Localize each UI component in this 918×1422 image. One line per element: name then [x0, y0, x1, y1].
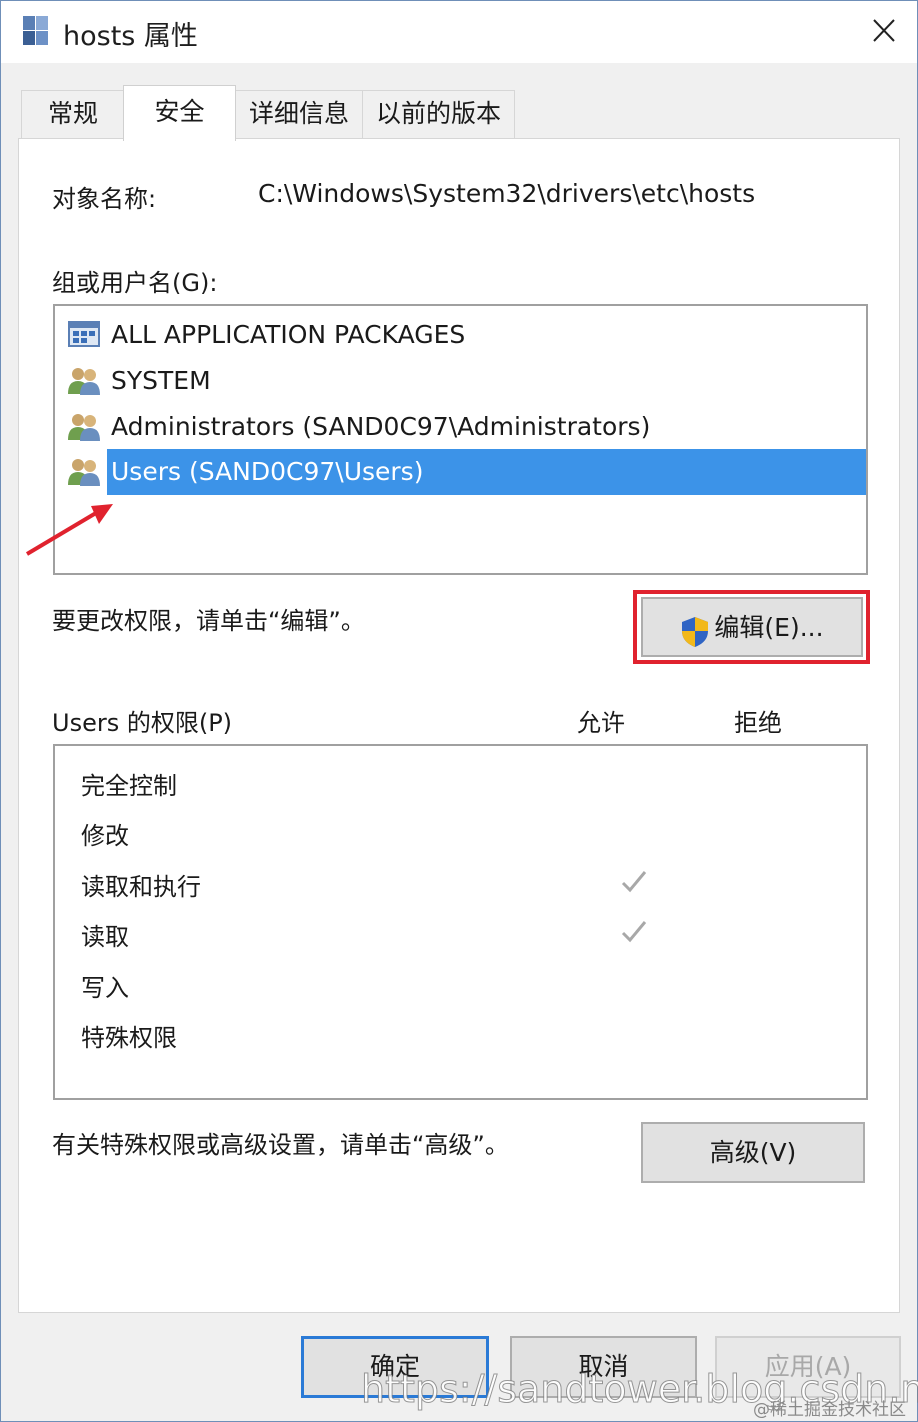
- permission-name: 读取: [81, 923, 129, 951]
- object-name-label: 对象名称:: [52, 185, 157, 213]
- groups-listbox[interactable]: ALL APPLICATION PACKAGES SYSTEM Administ…: [53, 304, 868, 575]
- tab-security[interactable]: 安全: [123, 85, 236, 141]
- close-icon: [873, 19, 895, 42]
- permission-row: 特殊权限: [81, 1008, 861, 1058]
- title-bar: hosts 属性: [1, 1, 917, 63]
- deny-column-header: 拒绝: [734, 709, 782, 737]
- permissions-list[interactable]: 完全控制 修改 读取和执行 读取 写入 特殊权限: [53, 744, 868, 1100]
- allow-check-icon: [619, 917, 649, 947]
- object-name-value: C:\Windows\System32\drivers\etc\hosts: [258, 179, 756, 208]
- permission-name: 写入: [81, 974, 129, 1002]
- change-permissions-hint: 要更改权限，请单击“编辑”。: [52, 607, 365, 635]
- app-packages-icon: [66, 318, 102, 352]
- groups-label: 组或用户名(G):: [52, 269, 218, 297]
- group-name: Administrators (SAND0C97\Administrators): [111, 412, 651, 441]
- permission-name: 完全控制: [81, 772, 177, 800]
- permission-row: 写入: [81, 958, 861, 1008]
- file-icon: [21, 14, 51, 48]
- permission-row: 读取和执行: [81, 857, 861, 907]
- group-item[interactable]: Administrators (SAND0C97\Administrators): [63, 404, 866, 450]
- permission-name: 特殊权限: [81, 1024, 177, 1052]
- permissions-label: Users 的权限(P): [52, 709, 233, 737]
- tab-details[interactable]: 详细信息: [235, 90, 363, 138]
- group-name: Users (SAND0C97\Users): [107, 449, 866, 495]
- group-name: ALL APPLICATION PACKAGES: [111, 320, 466, 349]
- tab-general[interactable]: 常规: [21, 90, 125, 138]
- users-group-icon: [66, 410, 102, 444]
- advanced-button[interactable]: 高级(V): [641, 1122, 865, 1183]
- properties-dialog: hosts 属性 常规 安全 详细信息 以前的版本 对象名称: C:\Windo…: [0, 0, 918, 1422]
- users-group-icon: [66, 364, 102, 398]
- red-arrow-annotation: [25, 504, 113, 556]
- credit-watermark: @稀土掘金技术社区: [753, 1400, 906, 1420]
- tab-previous-versions[interactable]: 以前的版本: [362, 90, 515, 138]
- group-name: SYSTEM: [111, 366, 211, 395]
- permission-row: 修改: [81, 806, 861, 856]
- allow-check-icon: [619, 867, 649, 897]
- permission-name: 读取和执行: [81, 873, 201, 901]
- group-item-selected[interactable]: Users (SAND0C97\Users): [63, 449, 866, 495]
- permission-name: 修改: [81, 822, 129, 850]
- advanced-hint: 有关特殊权限或高级设置，请单击“高级”。: [52, 1131, 509, 1159]
- close-button[interactable]: [861, 11, 905, 51]
- group-item[interactable]: SYSTEM: [63, 358, 866, 404]
- window-title: hosts 属性: [63, 21, 198, 52]
- red-highlight-annotation: [633, 590, 870, 664]
- users-group-icon: [66, 455, 102, 489]
- group-item[interactable]: ALL APPLICATION PACKAGES: [63, 312, 866, 358]
- allow-column-header: 允许: [577, 709, 625, 737]
- permission-row: 完全控制: [81, 756, 861, 806]
- permission-row: 读取: [81, 907, 861, 957]
